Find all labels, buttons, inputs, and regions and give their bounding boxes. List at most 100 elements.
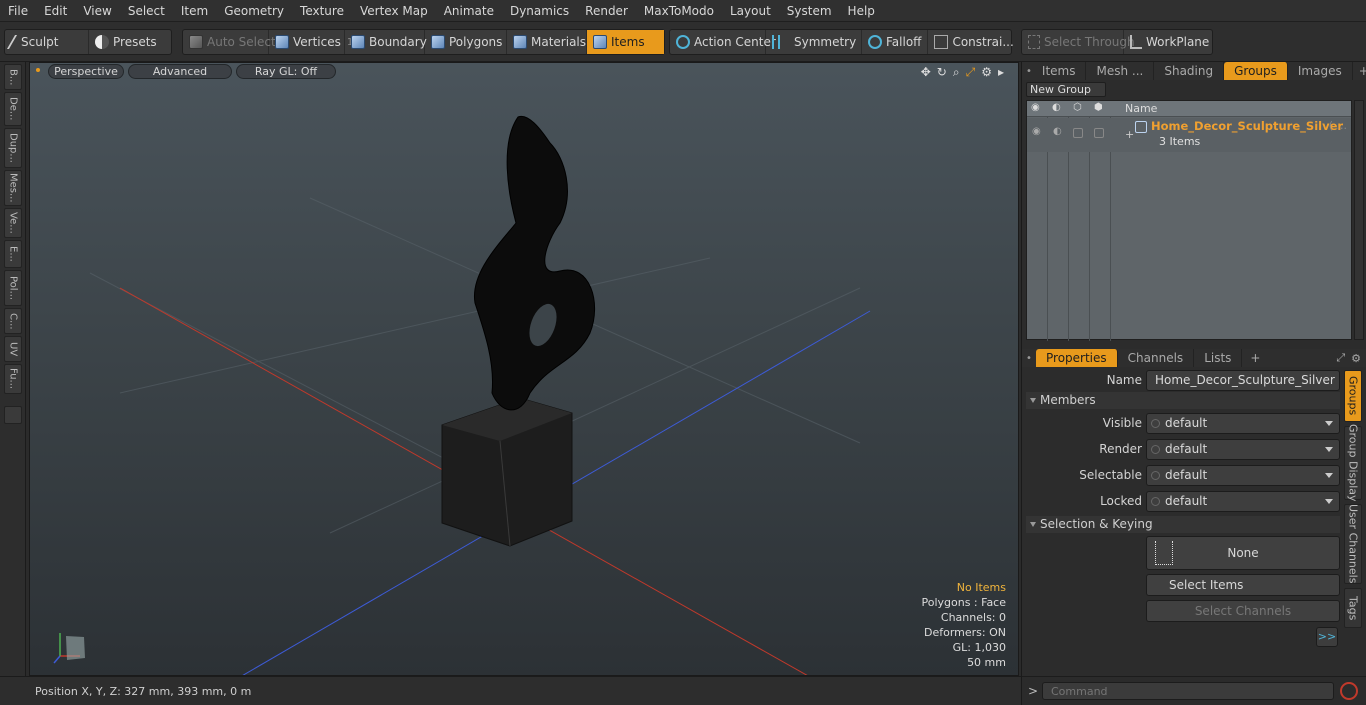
menu-item-edit[interactable]: Edit xyxy=(36,0,75,22)
visible-dropdown[interactable]: default xyxy=(1146,413,1340,434)
menu-item-select[interactable]: Select xyxy=(120,0,173,22)
tab-lists[interactable]: Lists xyxy=(1194,349,1243,367)
new-group-button[interactable]: New Group xyxy=(1026,82,1106,97)
menu-item-vertex-map[interactable]: Vertex Map xyxy=(352,0,436,22)
expand-plus-icon[interactable]: + xyxy=(1125,128,1134,141)
members-section[interactable]: Members xyxy=(1026,392,1340,409)
boundary-button[interactable]: Boundary xyxy=(345,30,427,54)
tab-groups[interactable]: Groups xyxy=(1224,62,1288,80)
left-tab-1[interactable]: De... xyxy=(4,92,22,126)
left-tab-2[interactable]: Dup... xyxy=(4,128,22,168)
menu-item-geometry[interactable]: Geometry xyxy=(216,0,292,22)
polygons-icon xyxy=(431,35,445,49)
record-icon[interactable] xyxy=(1340,682,1358,700)
menu-item-texture[interactable]: Texture xyxy=(292,0,352,22)
keying-none-button[interactable]: None xyxy=(1146,536,1340,570)
left-tab-7[interactable]: C... xyxy=(4,308,22,334)
raygl-button[interactable]: Ray GL: Off xyxy=(236,64,336,79)
left-tab-6[interactable]: Pol... xyxy=(4,270,22,306)
constraints-button[interactable]: Constrai... xyxy=(928,30,1019,54)
items-button[interactable]: Items xyxy=(587,30,664,54)
tools-group: Action Center Symmetry Falloff Constrai.… xyxy=(669,29,1014,55)
settings-gear-icon[interactable]: ⚙ xyxy=(981,65,992,79)
left-tab-0[interactable]: B... xyxy=(4,64,22,90)
selectable-dropdown[interactable]: default xyxy=(1146,465,1340,486)
vtab-user-channels[interactable]: User Channels xyxy=(1344,504,1362,584)
selection-keying-section[interactable]: Selection & Keying xyxy=(1026,516,1340,533)
more-button[interactable]: >> xyxy=(1316,627,1338,647)
groups-scrollbar[interactable] xyxy=(1354,100,1364,340)
row-render-icon[interactable]: ◐ xyxy=(1053,126,1062,137)
menu-item-view[interactable]: View xyxy=(75,0,119,22)
left-tab-4[interactable]: Ve... xyxy=(4,208,22,238)
advanced-button[interactable]: Advanced xyxy=(128,64,232,79)
sculpt-button[interactable]: Sculpt xyxy=(5,30,89,54)
vertices-button[interactable]: Vertices1 xyxy=(269,30,353,54)
maximize-icon[interactable]: ⤢ xyxy=(1336,351,1345,365)
action-center-button[interactable]: Action Center xyxy=(670,30,776,54)
locked-dropdown[interactable]: default xyxy=(1146,491,1340,512)
vtab-tags[interactable]: Tags xyxy=(1344,588,1362,628)
left-tab-8[interactable]: UV xyxy=(4,336,22,362)
group-row[interactable]: ◉ ◐ + Home_Decor_Sculpture_Silver ( ... … xyxy=(1027,118,1351,152)
fit-view-icon[interactable]: ⤢ xyxy=(966,65,976,80)
symmetry-button[interactable]: Symmetry xyxy=(766,30,862,54)
status-bar: Position X, Y, Z: 327 mm, 393 mm, 0 m xyxy=(0,676,1021,705)
group-name: Home_Decor_Sculpture_Silver xyxy=(1151,119,1344,133)
sculpture-model[interactable] xyxy=(441,115,596,547)
falloff-button[interactable]: Falloff xyxy=(862,30,929,54)
polygons-button[interactable]: Polygons xyxy=(425,30,507,54)
auto-select-button[interactable]: Auto Select xyxy=(183,30,276,54)
menu-item-animate[interactable]: Animate xyxy=(436,0,502,22)
menu-item-layout[interactable]: Layout xyxy=(722,0,779,22)
stat-scale: 50 mm xyxy=(967,656,1006,669)
left-tab-9[interactable]: Fu... xyxy=(4,364,22,394)
zoom-view-icon[interactable]: ⌕ xyxy=(953,65,960,80)
add-tab-icon[interactable]: + xyxy=(1359,64,1366,78)
viewport-menu-arrow-icon[interactable]: ▸ xyxy=(998,65,1004,79)
menu-item-file[interactable]: File xyxy=(0,0,36,22)
left-panel-toggle-button[interactable] xyxy=(4,406,22,424)
menu-item-render[interactable]: Render xyxy=(577,0,636,22)
left-tab-3[interactable]: Mes... xyxy=(4,170,22,206)
tab-shading[interactable]: Shading xyxy=(1154,62,1225,80)
menu-item-item[interactable]: Item xyxy=(173,0,216,22)
materials-button[interactable]: Materials xyxy=(507,30,587,54)
name-field[interactable]: Home_Decor_Sculpture_Silver (3) xyxy=(1146,370,1340,406)
tab-images[interactable]: Images xyxy=(1288,62,1353,80)
properties-vertical-tabs: Groups Group Display User Channels Tags xyxy=(1344,370,1363,634)
tab-mesh[interactable]: Mesh ... xyxy=(1086,62,1155,80)
presets-button[interactable]: Presets xyxy=(89,30,171,54)
settings-gear-icon[interactable]: ⚙ xyxy=(1351,352,1361,365)
tab-channels[interactable]: Channels xyxy=(1118,349,1195,367)
select-through-button[interactable]: Select Through xyxy=(1022,30,1135,54)
rotate-view-icon[interactable]: ↻ xyxy=(937,65,947,79)
selection-mode-group: Auto Select Vertices1 Boundary Polygons … xyxy=(182,29,665,55)
row-lock-checkbox[interactable] xyxy=(1094,128,1104,138)
items-icon xyxy=(593,35,607,49)
vtab-groups[interactable]: Groups xyxy=(1344,370,1362,422)
move-view-icon[interactable]: ✥ xyxy=(921,65,931,79)
tab-items[interactable]: Items xyxy=(1032,62,1087,80)
stat-gl: GL: 1,030 xyxy=(952,641,1006,654)
add-properties-tab-icon[interactable]: + xyxy=(1250,351,1260,365)
workplane-button[interactable]: WorkPlane xyxy=(1124,30,1215,54)
menu-item-help[interactable]: Help xyxy=(840,0,883,22)
tab-properties[interactable]: Properties xyxy=(1036,349,1118,367)
menu-item-dynamics[interactable]: Dynamics xyxy=(502,0,577,22)
viewport-nav-icons: ✥ ↻ ⌕ ⤢ ⚙ ▸ xyxy=(921,63,1004,81)
row-select-checkbox[interactable] xyxy=(1073,128,1083,138)
3d-viewport[interactable]: Perspective Advanced Ray GL: Off ✥ ↻ ⌕ ⤢… xyxy=(29,62,1019,676)
render-dropdown[interactable]: default xyxy=(1146,439,1340,460)
visible-row: Visible default xyxy=(1026,413,1340,435)
selectable-row: Selectable default xyxy=(1026,465,1340,487)
perspective-button[interactable]: Perspective xyxy=(48,64,124,79)
select-channels-button[interactable]: Select Channels xyxy=(1146,600,1340,622)
left-tab-5[interactable]: E... xyxy=(4,240,22,268)
vtab-group-display[interactable]: Group Display xyxy=(1344,424,1362,502)
row-eye-icon[interactable]: ◉ xyxy=(1032,126,1041,137)
select-items-button[interactable]: Select Items xyxy=(1146,574,1340,596)
command-input[interactable] xyxy=(1042,682,1334,700)
menu-item-system[interactable]: System xyxy=(779,0,840,22)
menu-item-maxtomodo[interactable]: MaxToModo xyxy=(636,0,722,22)
